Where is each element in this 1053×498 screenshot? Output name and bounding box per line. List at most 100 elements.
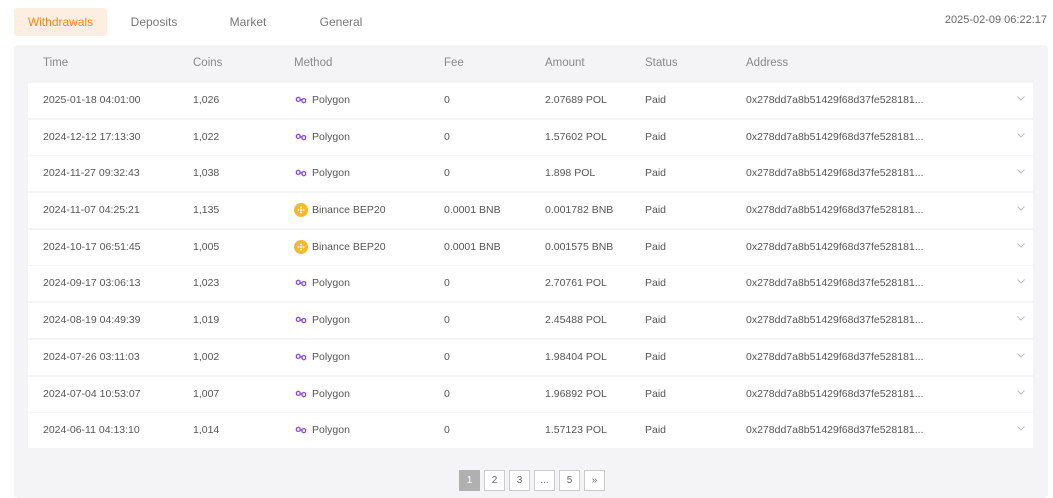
cell-fee: 0 (444, 314, 450, 327)
cell-address: 0x278dd7a8b51429f68d37fe528181... (746, 204, 924, 217)
next-page-button[interactable]: » (584, 470, 605, 491)
table-body: 2025-01-18 04:01:00 1,026 Polygon 0 2.07689 … (28, 83, 1033, 450)
polygon-icon (294, 93, 308, 107)
cell-amount: 1.57123 POL (545, 424, 607, 437)
cell-method: Polygon (294, 130, 350, 144)
method-label: Polygon (312, 424, 350, 437)
table-row[interactable]: 2025-01-18 04:01:00 1,026 Polygon 0 2.07689 … (28, 83, 1033, 118)
cell-address: 0x278dd7a8b51429f68d37fe528181... (746, 130, 924, 143)
polygon-icon (294, 350, 308, 364)
page-button-5[interactable]: 5 (559, 470, 580, 491)
chevron-down-icon[interactable] (1015, 385, 1027, 397)
chevron-down-icon[interactable] (1015, 91, 1027, 103)
chevron-down-icon[interactable] (1015, 238, 1027, 250)
chevron-down-icon[interactable] (1015, 421, 1027, 433)
page-button-2[interactable]: 2 (484, 470, 505, 491)
cell-address: 0x278dd7a8b51429f68d37fe528181... (746, 167, 924, 180)
cell-time: 2024-07-04 10:53:07 (43, 387, 141, 400)
cell-status: Paid (645, 424, 667, 437)
cell-method: Polygon (294, 166, 350, 180)
cell-method: Polygon (294, 313, 350, 327)
tab-bar: Withdrawals Deposits Market General (14, 8, 387, 36)
cell-coins: 1,014 (193, 424, 220, 437)
cell-method: Polygon (294, 387, 350, 401)
cell-amount: 1.96892 POL (545, 387, 607, 400)
cell-amount: 2.70761 POL (545, 277, 607, 290)
cell-coins: 1,002 (193, 350, 220, 363)
method-label: Polygon (312, 314, 350, 327)
column-header-time: Time (43, 57, 69, 69)
method-label: Polygon (312, 167, 350, 180)
chevron-down-icon[interactable] (1015, 274, 1027, 286)
chevron-down-icon[interactable] (1015, 128, 1027, 140)
method-label: Polygon (312, 130, 350, 143)
method-label: Binance BEP20 (312, 240, 386, 253)
tab-withdrawals[interactable]: Withdrawals (14, 8, 107, 36)
chevron-down-icon[interactable] (1015, 311, 1027, 323)
cell-method: Binance BEP20 (294, 239, 386, 254)
cell-address: 0x278dd7a8b51429f68d37fe528181... (746, 424, 924, 437)
table-row[interactable]: 2024-12-12 17:13:30 1,022 Polygon 0 1.57602 … (28, 119, 1033, 155)
cell-time: 2024-07-26 03:11:03 (43, 350, 140, 363)
cell-fee: 0.0001 BNB (444, 204, 501, 217)
polygon-icon (294, 387, 308, 401)
table-row[interactable]: 2024-07-04 10:53:07 1,007 Polygon 0 1.96892 … (28, 376, 1033, 412)
cell-coins: 1,007 (193, 387, 220, 400)
table-row[interactable]: 2024-08-19 04:49:39 1,019 Polygon 0 2.45488 … (28, 303, 1033, 339)
chevron-down-icon[interactable] (1015, 201, 1027, 213)
cell-status: Paid (645, 387, 667, 400)
cell-method: Binance BEP20 (294, 203, 386, 218)
cell-coins: 1,022 (193, 130, 220, 143)
cell-method: Polygon (294, 276, 350, 290)
chevron-down-icon[interactable] (1015, 164, 1027, 176)
cell-status: Paid (645, 240, 667, 253)
cell-fee: 0 (444, 130, 450, 143)
column-header-method: Method (294, 57, 333, 69)
table-row[interactable]: 2024-10-17 06:51:45 1,005 Binance BEP20 0.0… (28, 229, 1033, 265)
cell-amount: 2.45488 POL (545, 314, 607, 327)
cell-amount: 2.07689 POL (545, 94, 607, 106)
cell-coins: 1,038 (193, 167, 220, 180)
polygon-icon (294, 130, 308, 144)
table-row[interactable]: 2024-06-11 04:13:10 1,014 Polygon 0 1.57123 … (28, 413, 1033, 449)
table-row[interactable]: 2024-07-26 03:11:03 1,002 Polygon 0 1.98404 … (28, 339, 1033, 375)
page-button-1[interactable]: 1 (459, 470, 480, 491)
cell-time: 2024-11-27 09:32:43 (43, 167, 140, 180)
page-ellipsis: ... (534, 470, 555, 491)
pagination: 1 2 3... 5» (459, 470, 609, 491)
chevron-down-icon[interactable] (1015, 348, 1027, 360)
cell-method: Polygon (294, 93, 350, 107)
table-row[interactable]: 2024-09-17 03:06:13 1,023 Polygon 0 2.70761 … (28, 266, 1033, 302)
cell-address: 0x278dd7a8b51429f68d37fe528181... (746, 314, 924, 327)
tab-market[interactable]: Market (201, 8, 295, 36)
polygon-icon (294, 276, 308, 290)
cell-time: 2024-12-12 17:13:30 (43, 130, 141, 143)
cell-fee: 0 (444, 424, 450, 437)
page-button-3[interactable]: 3 (509, 470, 530, 491)
cell-time: 2024-10-17 06:51:45 (43, 240, 141, 253)
column-header-status: Status (645, 57, 678, 69)
polygon-icon (294, 423, 308, 437)
tab-deposits[interactable]: Deposits (107, 8, 201, 36)
binance-icon (294, 239, 308, 254)
cell-time: 2024-08-19 04:49:39 (43, 314, 141, 327)
cell-coins: 1,135 (193, 204, 220, 217)
cell-address: 0x278dd7a8b51429f68d37fe528181... (746, 350, 924, 363)
cell-status: Paid (645, 130, 667, 143)
table-row[interactable]: 2024-11-07 04:25:21 1,135 Binance BEP20 0.0… (28, 193, 1033, 229)
cell-amount: 0.001782 BNB (545, 204, 614, 217)
cell-fee: 0 (444, 350, 450, 363)
method-label: Polygon (312, 387, 350, 400)
cell-method: Polygon (294, 350, 350, 364)
cell-coins: 1,023 (193, 277, 220, 290)
cell-status: Paid (645, 314, 667, 327)
method-label: Binance BEP20 (312, 204, 386, 217)
table-row[interactable]: 2024-11-27 09:32:43 1,038 Polygon 0 1.898 PO… (28, 156, 1033, 192)
cell-address: 0x278dd7a8b51429f68d37fe528181... (746, 387, 924, 400)
cell-address: 0x278dd7a8b51429f68d37fe528181... (746, 240, 924, 253)
tab-general[interactable]: General (295, 8, 387, 36)
cell-status: Paid (645, 167, 667, 180)
cell-address: 0x278dd7a8b51429f68d37fe528181... (746, 94, 924, 106)
table-header: Time Coins Method Fee Amount Status Addr… (14, 45, 1048, 82)
column-header-fee: Fee (444, 57, 464, 69)
